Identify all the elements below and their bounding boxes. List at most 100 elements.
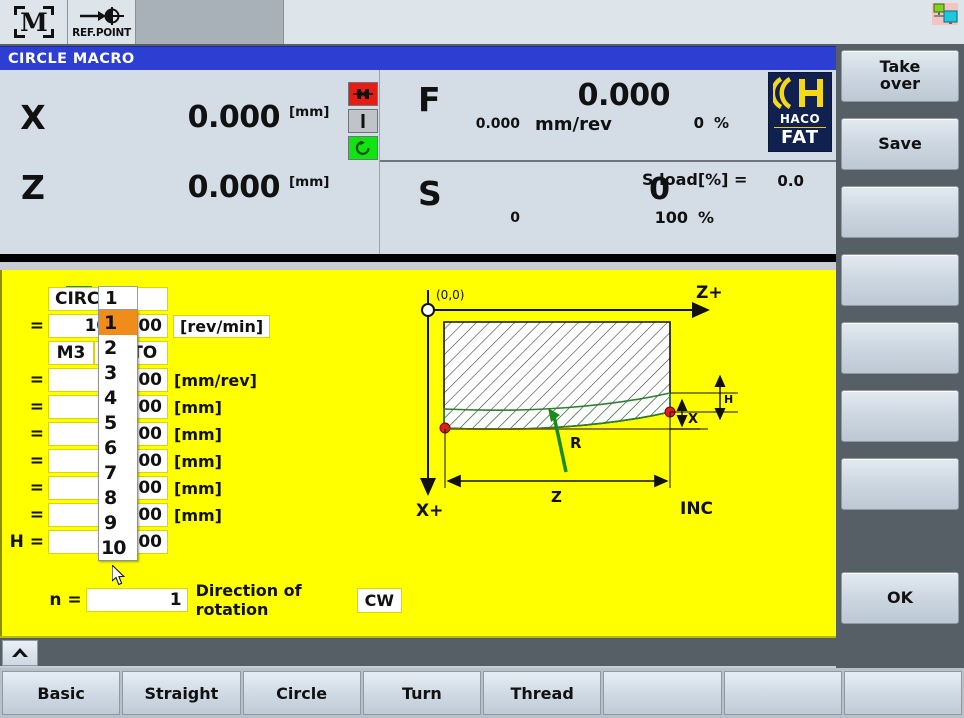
dropdown-option-8[interactable]: 8 <box>99 485 137 510</box>
softkey-thread[interactable]: Thread <box>483 671 602 715</box>
axis-x-value: 0.000 <box>187 99 281 135</box>
svg-text:INC: INC <box>680 499 713 519</box>
dropdown-option-3[interactable]: 3 <box>99 360 137 385</box>
dropdown-option-1[interactable]: 1 <box>99 310 137 335</box>
bottom-softkey-bar: Basic Straight Circle Turn Thread <box>0 668 964 718</box>
softkey-bottom-8[interactable] <box>843 671 962 715</box>
status-strip <box>0 636 836 666</box>
unit-speed: [rev/min] <box>173 314 271 338</box>
collapse-button[interactable] <box>2 640 38 666</box>
softkey-ok-label: OK <box>887 587 913 607</box>
chuck-clamp-icon <box>348 82 378 106</box>
softkey-straight[interactable]: Straight <box>122 671 241 715</box>
feed-label: F <box>418 80 441 119</box>
softkey-thread-label: Thread <box>510 683 574 703</box>
unit-param-3: [mm] <box>174 451 222 471</box>
row-label-param-3: = <box>29 451 44 471</box>
haco-fat-logo: HACO FAT <box>768 72 832 152</box>
page-title: CIRCLE MACRO <box>0 46 836 70</box>
softkey-basic[interactable]: Basic <box>2 671 121 715</box>
dropdown-option-6[interactable]: 6 <box>99 435 137 460</box>
feed-unit: mm/rev <box>535 114 612 135</box>
spindle-load-value: 0.0 <box>777 172 804 190</box>
tab-empty-1[interactable] <box>136 0 284 44</box>
softkey-right-7[interactable] <box>841 458 959 510</box>
tailstock-icon <box>348 109 378 133</box>
row-label-feed: = <box>29 370 44 390</box>
softkey-right-5[interactable] <box>841 322 959 374</box>
spindle-row: S 0 0 S load[%] = 0.0 100 % <box>380 162 836 254</box>
macro-parameter-area: CIRCLE1 = 100.000 [rev/min] M3 AUTO = 1.… <box>0 270 836 636</box>
softkey-take-over[interactable]: Take over <box>841 50 959 102</box>
dropdown-option-7[interactable]: 7 <box>99 460 137 485</box>
svg-text:(0,0): (0,0) <box>436 288 464 302</box>
axis-z-label: Z <box>21 167 45 207</box>
svg-text:Z+: Z+ <box>696 283 723 303</box>
softkey-straight-label: Straight <box>144 683 219 703</box>
softkey-right-6[interactable] <box>841 390 959 442</box>
macro-index-dropdown: 1 1 2 3 4 5 6 7 8 9 10 <box>98 286 138 561</box>
row-label-speed: = <box>29 316 44 336</box>
unit-param-5: [mm] <box>174 505 222 525</box>
softkey-save-label: Save <box>878 133 922 153</box>
tab-machine-mode[interactable]: M <box>0 0 68 44</box>
svg-text:H: H <box>724 393 733 406</box>
spindle-programmed: 0 <box>510 210 520 226</box>
axis-row-z: Z 0.000 [mm] <box>0 152 348 222</box>
mode-tab-strip: M REF.POINT <box>0 0 964 46</box>
softkey-save[interactable]: Save <box>841 118 959 170</box>
logo-sub: FAT <box>780 127 820 148</box>
row-label-param-2: = <box>29 424 44 444</box>
form-row-height: H = 1.000 <box>2 529 168 555</box>
field-rotation-direction[interactable]: CW <box>356 587 402 613</box>
softkey-bottom-6[interactable] <box>603 671 722 715</box>
softkey-circle[interactable]: Circle <box>242 671 361 715</box>
feed-override-symbol: % <box>714 114 730 132</box>
row-label-height: H = <box>9 532 44 552</box>
svg-text:X+: X+ <box>416 501 443 521</box>
tab-empty-2[interactable] <box>284 0 964 44</box>
row-label-count: n = <box>49 590 82 610</box>
axis-z-unit: [mm] <box>289 174 330 190</box>
spindle-override: 100 <box>654 208 688 227</box>
field-repeat-count[interactable]: 1 <box>85 588 188 612</box>
row-label-param-5: = <box>29 505 44 525</box>
macro-index-selector[interactable]: 1 <box>98 286 138 310</box>
tab-ref-point[interactable]: REF.POINT <box>68 0 136 44</box>
softkey-turn-label: Turn <box>401 683 442 703</box>
softkey-ok[interactable]: OK <box>841 572 959 624</box>
dropdown-option-5[interactable]: 5 <box>99 410 137 435</box>
svg-text:R: R <box>570 434 582 452</box>
unit-param-2: [mm] <box>174 424 222 444</box>
axis-z-value: 0.000 <box>187 169 281 205</box>
feed-override: 0 <box>693 114 704 132</box>
softkey-right-4[interactable] <box>841 254 959 306</box>
dropdown-option-2[interactable]: 2 <box>99 335 137 360</box>
spindle-label: S <box>418 174 442 213</box>
softkey-turn[interactable]: Turn <box>362 671 481 715</box>
circle-macro-diagram: (0,0) Z+ X+ R X H Z INC <box>416 283 738 521</box>
dropdown-option-9[interactable]: 9 <box>99 510 137 535</box>
feed-spindle-panel: F 0.000 0.000 mm/rev 0 % HACO FAT S 0 0 … <box>380 70 836 254</box>
tab-ref-point-label: REF.POINT <box>72 26 131 39</box>
feed-row: F 0.000 0.000 mm/rev 0 % HACO FAT <box>380 70 836 162</box>
cnc-control-screen: M REF.POINT CIRCLE MACRO X 0.000 [mm] Z … <box>0 0 964 718</box>
logo-brand: HACO <box>779 112 821 126</box>
mouse-cursor <box>112 565 126 586</box>
circle-macro-form: CIRCLE1 = 100.000 [rev/min] M3 AUTO = 1.… <box>2 270 402 636</box>
field-spindle-mcode[interactable]: M3 <box>48 341 94 365</box>
spindle-rotation-icon <box>348 136 378 160</box>
spindle-override-symbol: % <box>698 208 715 227</box>
softkey-bottom-7[interactable] <box>723 671 842 715</box>
softkey-basic-label: Basic <box>37 683 85 703</box>
axis-x-unit: [mm] <box>289 104 330 120</box>
position-display-panel: X 0.000 [mm] Z 0.000 [mm] F 0.000 0.000 … <box>0 70 836 262</box>
rotation-direction-label: Direction of rotation <box>195 581 302 619</box>
right-softkey-column: Take over Save OK <box>836 46 964 668</box>
dropdown-option-4[interactable]: 4 <box>99 385 137 410</box>
unit-param-4: [mm] <box>174 478 222 498</box>
svg-text:X: X <box>688 412 698 427</box>
dropdown-option-10[interactable]: 10 <box>99 535 137 560</box>
softkey-right-3[interactable] <box>841 186 959 238</box>
row-label-param-1: = <box>29 397 44 417</box>
